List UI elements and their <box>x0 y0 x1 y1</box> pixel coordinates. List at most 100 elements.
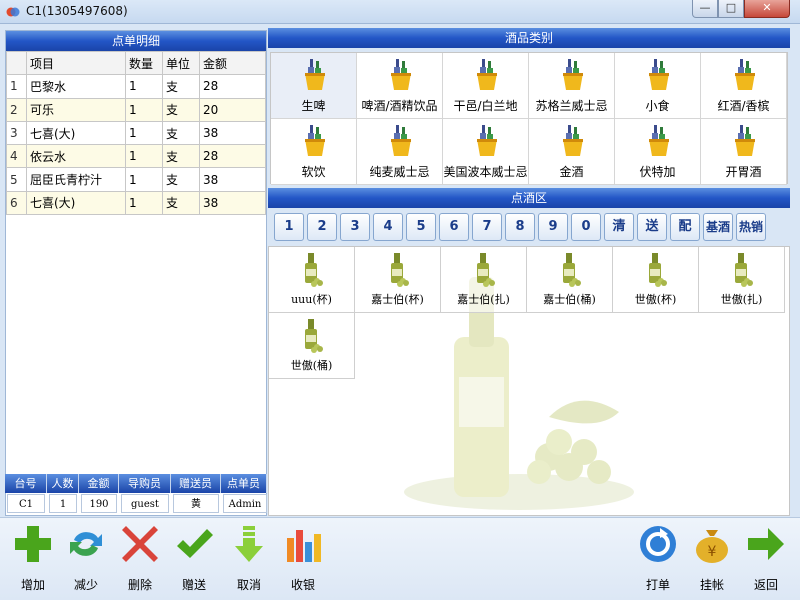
drink-item[interactable]: 嘉士伯(杯) <box>355 247 441 313</box>
summary-header-guests: 人数 <box>47 474 79 493</box>
keypad-button[interactable]: 3 <box>340 213 370 241</box>
title-bar: C1(1305497608) — □ ✕ <box>0 0 800 24</box>
row-number-header <box>6 50 27 76</box>
checkout-label: 收银 <box>290 578 315 592</box>
down-arrow-icon <box>235 526 263 562</box>
drink-item[interactable]: 嘉士伯(桶) <box>527 247 613 313</box>
category-panel: 酒品类别 生啤 啤酒/酒精饮品 干邑/白兰地 苏格兰威士忌 小食 红酒/香槟 软饮 纯麦威士忌… <box>268 28 790 188</box>
row-number: 6 <box>6 190 27 216</box>
category-item[interactable]: 小食 <box>615 53 701 119</box>
category-item[interactable]: 干邑/白兰地 <box>443 53 529 119</box>
keypad-button[interactable]: 7 <box>472 213 502 241</box>
drink-item[interactable]: 世傲(桶) <box>269 313 355 379</box>
refresh-arrows-icon <box>70 532 102 556</box>
decrease-button[interactable]: 减少 <box>61 522 111 598</box>
beer-bucket-icon <box>563 59 583 90</box>
category-item[interactable]: 红酒/香槟 <box>701 53 787 119</box>
keypad-button[interactable]: 配 <box>670 213 700 241</box>
keypad-button[interactable]: 4 <box>373 213 403 241</box>
drink-label: 嘉士伯(杯) <box>371 293 424 306</box>
amount-cell: 28 <box>199 74 266 99</box>
summary-header-guide: 导购员 <box>119 474 171 493</box>
beer-bottle-icon <box>305 253 323 287</box>
keypad-button[interactable]: 2 <box>307 213 337 241</box>
summary-guests-value: 1 <box>49 494 77 513</box>
item-cell: 七喜(大) <box>26 120 126 146</box>
keypad-button[interactable]: 9 <box>538 213 568 241</box>
category-item[interactable]: 苏格兰威士忌 <box>529 53 615 119</box>
print-order-button[interactable]: 打单 <box>633 522 683 598</box>
table-row[interactable]: 3 七喜(大) 1 支 38 <box>6 120 266 146</box>
circular-arrow-icon <box>640 526 676 562</box>
row-number: 2 <box>6 97 27 122</box>
category-item[interactable]: 开胃酒 <box>701 119 787 185</box>
beer-bucket-icon <box>735 125 755 156</box>
cancel-button[interactable]: 取消 <box>224 522 274 598</box>
add-button[interactable]: 增加 <box>8 522 58 598</box>
amount-cell: 28 <box>199 144 266 169</box>
drink-item[interactable]: uuu(杯) <box>269 247 355 313</box>
plus-icon <box>15 526 51 562</box>
maximize-button[interactable]: □ <box>718 0 744 18</box>
drink-grid: uuu(杯) 嘉士伯(杯) 嘉士伯(扎) 嘉士伯(桶) 世傲(杯) 世傲(扎) 世傲(桶) <box>268 246 790 516</box>
beer-bucket-icon <box>649 59 669 90</box>
amount-cell: 38 <box>199 190 266 216</box>
summary-header-amount: 金额 <box>79 474 119 493</box>
close-button[interactable]: ✕ <box>744 0 790 18</box>
keypad-button[interactable]: 8 <box>505 213 535 241</box>
keypad-button[interactable]: 热销 <box>736 213 766 241</box>
category-grid: 生啤 啤酒/酒精饮品 干邑/白兰地 苏格兰威士忌 小食 红酒/香槟软饮 纯麦威士忌 美国波本威… <box>270 52 788 185</box>
checkout-button[interactable]: 收银 <box>278 522 328 598</box>
delete-label: 删除 <box>127 578 152 592</box>
category-item[interactable]: 生啤 <box>271 53 357 119</box>
row-number: 1 <box>6 74 27 99</box>
column-header-amount: 金额 <box>199 50 266 76</box>
drink-item[interactable]: 世傲(扎) <box>699 247 785 313</box>
keypad-button[interactable]: 0 <box>571 213 601 241</box>
category-label: 红酒/香槟 <box>717 99 770 113</box>
category-item[interactable]: 啤酒/酒精饮品 <box>357 53 443 119</box>
table-row[interactable]: 5 屈臣氏青柠汁 1 支 38 <box>6 167 266 192</box>
column-header-item: 项目 <box>26 50 126 76</box>
summary-header-orderer: 点单员 <box>221 474 267 493</box>
back-button[interactable]: 返回 <box>741 522 791 598</box>
minimize-button[interactable]: — <box>692 0 718 18</box>
table-row[interactable]: 6 七喜(大) 1 支 38 <box>6 190 266 216</box>
category-label: 软饮 <box>301 165 326 179</box>
order-summary: 台号 人数 金额 导购员 赠送员 点单员 C1 1 190 guest 黄 Ad… <box>5 474 267 516</box>
summary-orderer-value: Admin <box>223 494 267 513</box>
drink-item[interactable]: 嘉士伯(扎) <box>441 247 527 313</box>
gift-button[interactable]: 赠送 <box>169 522 219 598</box>
bar-chart-icon <box>287 530 321 562</box>
right-arrow-icon <box>748 528 784 560</box>
category-label: 金酒 <box>559 165 584 179</box>
category-item[interactable]: 纯麦威士忌 <box>357 119 443 185</box>
keypad-button[interactable]: 1 <box>274 213 304 241</box>
keypad-button[interactable]: 清 <box>604 213 634 241</box>
category-item[interactable]: 金酒 <box>529 119 615 185</box>
table-row[interactable]: 4 依云水 1 支 28 <box>6 144 266 169</box>
table-row[interactable]: 1 巴黎水 1 支 28 <box>6 74 266 99</box>
on-account-button[interactable]: ¥ 挂帐 <box>687 522 737 598</box>
keypad-button[interactable]: 6 <box>439 213 469 241</box>
category-item[interactable]: 伏特加 <box>615 119 701 185</box>
unit-cell: 支 <box>162 190 200 216</box>
drink-item[interactable]: 世傲(杯) <box>613 247 699 313</box>
amount-cell: 38 <box>199 120 266 146</box>
beer-bottle-icon <box>477 253 495 287</box>
beer-bucket-icon <box>391 125 411 156</box>
order-detail-header: 点单明细 <box>6 31 266 51</box>
beer-bucket-icon <box>735 59 755 90</box>
window-title: C1(1305497608) <box>26 4 128 18</box>
beer-bucket-icon <box>305 59 325 90</box>
unit-cell: 支 <box>162 97 200 122</box>
table-row[interactable]: 2 可乐 1 支 20 <box>6 97 266 122</box>
category-label: 纯麦威士忌 <box>369 165 430 179</box>
category-item[interactable]: 软饮 <box>271 119 357 185</box>
qty-cell: 1 <box>125 167 163 192</box>
keypad-button[interactable]: 5 <box>406 213 436 241</box>
delete-button[interactable]: 删除 <box>115 522 165 598</box>
keypad-button[interactable]: 基酒 <box>703 213 733 241</box>
keypad-button[interactable]: 送 <box>637 213 667 241</box>
category-item[interactable]: 美国波本威士忌 <box>443 119 529 185</box>
